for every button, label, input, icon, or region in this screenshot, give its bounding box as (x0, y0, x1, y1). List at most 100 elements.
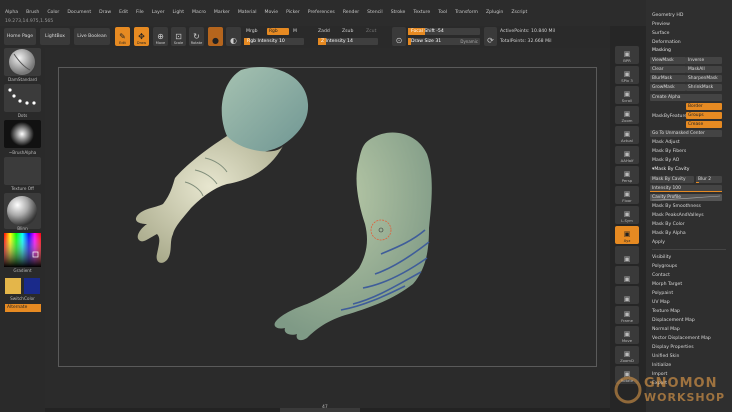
zsub-toggle[interactable]: Zsub (342, 29, 353, 34)
groups-toggle[interactable]: Groups (686, 112, 722, 119)
gradient-label[interactable]: Gradient (2, 268, 43, 273)
palette-section-geometry-hd[interactable]: Geometry HD (652, 13, 683, 18)
mask-by-cavity-section[interactable]: ▾Mask By Cavity (652, 167, 689, 172)
menu-item-marker[interactable]: Marker (214, 10, 230, 15)
mask-by-alpha-section[interactable]: Mask By Alpha (652, 231, 686, 236)
menu-item-transform[interactable]: Transform (455, 10, 478, 15)
mask-adjust-section[interactable]: Mask Adjust (652, 140, 680, 145)
view-button-persp[interactable]: ▣ Persp (615, 166, 639, 184)
view-button-icon-10[interactable]: ▣ (615, 246, 639, 264)
m-toggle[interactable]: M (293, 29, 297, 34)
go-to-unmasked-center-button[interactable]: Go To Unmasked Center (650, 130, 722, 137)
mask-by-fibers-section[interactable]: Mask By Fibers (652, 149, 686, 154)
palette-section-deformation[interactable]: Deformation (652, 40, 681, 45)
switch-color-button[interactable]: SwitchColor (2, 296, 43, 301)
material-swatch[interactable]: ● (208, 27, 223, 46)
menu-item-picker[interactable]: Picker (286, 10, 300, 15)
growmask-button[interactable]: GrowMask (650, 84, 686, 91)
focal-shift-icon-button[interactable]: ⊙ (392, 27, 406, 46)
viewport-canvas[interactable] (45, 48, 610, 408)
material-selector[interactable] (4, 193, 41, 229)
zcut-toggle[interactable]: Zcut (366, 29, 376, 34)
view-button-frame[interactable]: ▣ Frame (615, 306, 639, 324)
alpha-selector[interactable] (4, 120, 41, 148)
view-button-floor[interactable]: ▣ Floor (615, 186, 639, 204)
move-mode-button[interactable]: ⊕ Move (153, 27, 168, 46)
mask-peaks-valleys-section[interactable]: Mask PeaksAndValleys (652, 213, 704, 218)
mask-by-cavity-button[interactable]: Mask By Cavity (650, 176, 694, 183)
sharpenmask-button[interactable]: SharpenMask (686, 75, 722, 82)
palette-section-initialize[interactable]: Initialize (652, 363, 671, 368)
live-boolean-button[interactable]: Live Boolean (74, 28, 110, 45)
create-alpha-button[interactable]: Create Alpha (650, 94, 722, 101)
menu-item-tool[interactable]: Tool (438, 10, 447, 15)
draw-size-slider[interactable]: Draw Size 31 Dynamic (408, 38, 480, 45)
menu-item-file[interactable]: File (136, 10, 144, 15)
palette-section-vector-displacement-map[interactable]: Vector Displacement Map (652, 336, 711, 341)
view-button-icon-12[interactable]: ▣ (615, 286, 639, 304)
palette-section-preview[interactable]: Preview (652, 22, 670, 27)
rgb-toggle[interactable]: Rgb (267, 28, 289, 35)
intensity-slider[interactable]: Intensity 100 (650, 185, 722, 192)
draw-mode-button[interactable]: ✥ Draw (134, 27, 149, 46)
blur-slider[interactable]: Blur 2 (696, 176, 722, 183)
secondary-color-swatch[interactable] (24, 278, 40, 294)
menu-item-texture[interactable]: Texture (413, 10, 430, 15)
view-button-l-sym[interactable]: ▣ L.Sym (615, 206, 639, 224)
menu-item-material[interactable]: Material (238, 10, 257, 15)
mask-by-color-section[interactable]: Mask By Color (652, 222, 685, 227)
stroke-selector[interactable] (4, 84, 41, 112)
palette-section-surface[interactable]: Surface (652, 31, 670, 36)
menu-item-preferences[interactable]: Preferences (308, 10, 335, 15)
maskall-button[interactable]: MaskAll (686, 66, 722, 73)
mrgb-toggle[interactable]: Mrgb (246, 29, 258, 34)
palette-section-polygroups[interactable]: Polygroups (652, 264, 677, 269)
edit-mode-button[interactable]: ✎ Edit (115, 27, 130, 46)
rotate-mode-button[interactable]: ↻ Rotate (189, 27, 204, 46)
mask-by-smoothness-section[interactable]: Mask By Smoothness (652, 204, 701, 209)
menu-item-zplugin[interactable]: Zplugin (486, 10, 503, 15)
palette-section-texture-map[interactable]: Texture Map (652, 309, 680, 314)
view-button-bpr[interactable]: ▣ BPR (615, 46, 639, 64)
mask-by-feature-button[interactable]: MaskByFeature (652, 114, 687, 119)
menu-item-draw[interactable]: Draw (99, 10, 111, 15)
main-color-swatch[interactable] (5, 278, 21, 294)
focal-shift-slider[interactable]: Focal Shift -54 (408, 28, 480, 35)
menu-item-stroke[interactable]: Stroke (391, 10, 406, 15)
texture-selector[interactable] (4, 157, 41, 185)
border-toggle[interactable]: Border (686, 103, 722, 110)
clear-mask-button[interactable]: Clear (650, 66, 686, 73)
color-picker[interactable] (4, 233, 41, 267)
alternate-button[interactable]: Alternate (5, 304, 41, 312)
blurmask-button[interactable]: BlurMask (650, 75, 686, 82)
scale-mode-button[interactable]: ⊡ Scale (171, 27, 186, 46)
menu-item-stencil[interactable]: Stencil (367, 10, 383, 15)
brush-selector[interactable] (4, 48, 41, 76)
menu-item-light[interactable]: Light (173, 10, 184, 15)
view-button-scroll[interactable]: ▣ Scroll (615, 86, 639, 104)
lightbox-button[interactable]: LightBox (40, 28, 70, 45)
cavity-profile-curve[interactable]: Cavity Profile (650, 194, 722, 201)
palette-section-morph-target[interactable]: Morph Target (652, 282, 682, 287)
view-button-actual[interactable]: ▣ Actual (615, 126, 639, 144)
menu-item-document[interactable]: Document (67, 10, 91, 15)
palette-section-displacement-map[interactable]: Displacement Map (652, 318, 695, 323)
palette-section-normal-map[interactable]: Normal Map (652, 327, 680, 332)
dynamic-toggle[interactable]: Dynamic (460, 38, 478, 45)
menu-item-render[interactable]: Render (343, 10, 359, 15)
apply-button[interactable]: Apply (652, 240, 665, 245)
palette-section-unified-skin[interactable]: Unified Skin (652, 354, 679, 359)
z-intensity-slider[interactable]: Z Intensity 14 (318, 38, 378, 45)
canvas-scroll-handle[interactable] (280, 408, 360, 412)
menu-item-brush[interactable]: Brush (26, 10, 39, 15)
dynamic-icon-button[interactable]: ⟳ (484, 27, 497, 46)
shrinkmask-button[interactable]: ShrinkMask (686, 84, 722, 91)
viewmask-button[interactable]: ViewMask (650, 57, 686, 64)
rgb-intensity-slider[interactable]: Rgb Intensity 10 (244, 38, 304, 45)
zadd-toggle[interactable]: Zadd (318, 29, 330, 34)
palette-section-visibility[interactable]: Visibility (652, 255, 671, 260)
palette-section-display-properties[interactable]: Display Properties (652, 345, 694, 350)
palette-section-contact[interactable]: Contact (652, 273, 670, 278)
view-button-aahalf[interactable]: ▣ AAHalf (615, 146, 639, 164)
home-page-button[interactable]: Home Page (4, 28, 36, 45)
